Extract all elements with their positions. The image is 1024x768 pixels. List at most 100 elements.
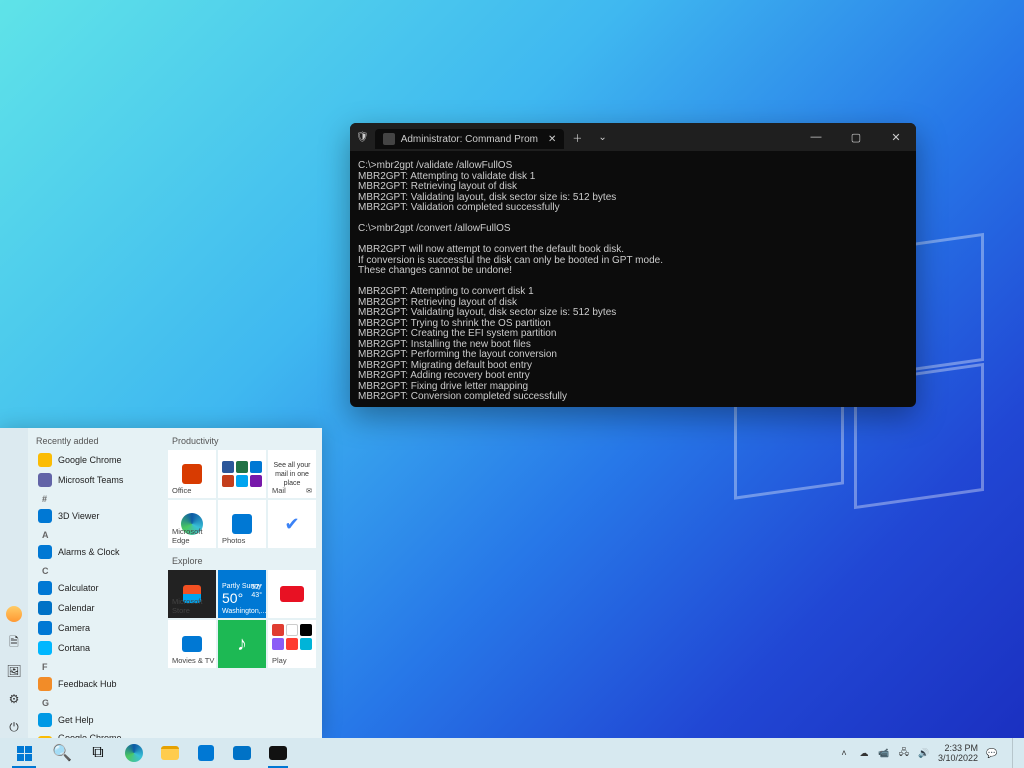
app-icon xyxy=(38,545,52,559)
terminal-tab-title: Administrator: Command Prom xyxy=(401,134,538,145)
app-list-item[interactable]: Google Chrome xyxy=(28,450,162,470)
spotify-icon: ♪ xyxy=(237,633,247,656)
system-tray: ˄ ☁ 📹 🖧 🔊 2:33 PM 3/10/2022 💬 xyxy=(838,738,1020,768)
app-label: Get Help xyxy=(58,715,94,725)
terminal-body[interactable]: C:\>mbr2gpt /validate /allowFullOSMBR2GP… xyxy=(350,151,916,407)
tab-dropdown-button[interactable]: ⌄ xyxy=(590,128,614,147)
tile-weather[interactable]: Partly Sunny 50° Washington,... 52° 43° xyxy=(218,570,266,618)
app-list-letter[interactable]: C xyxy=(28,562,162,578)
clock-time: 2:33 PM xyxy=(938,743,978,753)
edge-icon xyxy=(181,513,203,535)
movies-icon xyxy=(182,636,202,652)
app-list-letter[interactable]: G xyxy=(28,694,162,710)
shield-icon: 🛡 xyxy=(356,132,369,143)
app-list-item[interactable]: Get Help xyxy=(28,710,162,730)
photos-icon xyxy=(232,514,252,534)
taskbar-taskview-button[interactable]: ⧉ xyxy=(80,738,116,768)
tile-spotify[interactable]: ♪ xyxy=(218,620,266,668)
app-icon xyxy=(38,509,52,523)
terminal-line: MBR2GPT: Adding recovery boot entry xyxy=(358,371,908,382)
start-rail: 🗎 🖼 ⚙ ⏻ xyxy=(0,428,28,738)
app-icon xyxy=(38,621,52,635)
network-icon[interactable]: 🖧 xyxy=(898,747,910,759)
minimize-button[interactable]: — xyxy=(796,131,836,143)
taskbar-edge[interactable] xyxy=(116,738,152,768)
app-list-item[interactable]: Camera xyxy=(28,618,162,638)
app-list-item[interactable]: 3D Viewer xyxy=(28,506,162,526)
terminal-line: MBR2GPT: Attempting to convert disk 1 xyxy=(358,287,908,298)
tile-play[interactable] xyxy=(268,620,316,668)
start-tiles: Productivity See all your mail in one pl… xyxy=(162,428,322,738)
onedrive-icon[interactable]: ☁ xyxy=(858,747,870,759)
terminal-window: 🛡 Administrator: Command Prom ✕ ＋ ⌄ — ▢ … xyxy=(350,123,916,407)
settings-icon[interactable]: ⚙ xyxy=(7,692,21,706)
tile-movies[interactable] xyxy=(168,620,216,668)
recently-added-header: Recently added xyxy=(28,432,162,450)
start-app-list[interactable]: Recently added Google Chrome Microsoft Te… xyxy=(28,428,162,738)
app-icon xyxy=(38,453,52,467)
start-button[interactable] xyxy=(4,738,44,768)
taskbar-mail[interactable] xyxy=(224,738,260,768)
app-label: 3D Viewer xyxy=(58,511,99,521)
tile-photos[interactable] xyxy=(218,500,266,548)
app-list-letter[interactable]: A xyxy=(28,526,162,542)
terminal-titlebar[interactable]: 🛡 Administrator: Command Prom ✕ ＋ ⌄ — ▢ … xyxy=(350,123,916,151)
app-list-item[interactable]: Google ChromeNew xyxy=(28,730,162,738)
pictures-icon[interactable]: 🖼 xyxy=(7,664,21,678)
app-label: Alarms & Clock xyxy=(58,547,120,557)
weather-city: Washington,... xyxy=(222,608,266,615)
new-tab-button[interactable]: ＋ xyxy=(564,126,590,149)
taskbar-explorer[interactable] xyxy=(152,738,188,768)
app-label: Calculator xyxy=(58,583,99,593)
tile-news[interactable] xyxy=(268,570,316,618)
terminal-line: MBR2GPT will now attempt to convert the … xyxy=(358,245,908,256)
app-list-item[interactable]: Feedback Hub xyxy=(28,674,162,694)
taskbar-search-button[interactable]: 🔍 xyxy=(44,738,80,768)
volume-icon[interactable]: 🔊 xyxy=(918,747,930,759)
documents-icon[interactable]: 🗎 xyxy=(7,636,21,650)
terminal-line: MBR2GPT: Validation completed successful… xyxy=(358,203,908,214)
action-center-icon[interactable]: 💬 xyxy=(986,747,998,759)
user-avatar-icon[interactable] xyxy=(6,606,22,622)
tile-todo[interactable]: ✔ xyxy=(268,500,316,548)
taskbar-store[interactable] xyxy=(188,738,224,768)
desktop: 🛡 Administrator: Command Prom ✕ ＋ ⌄ — ▢ … xyxy=(0,0,1024,768)
taskbar-terminal[interactable] xyxy=(260,738,296,768)
app-icon xyxy=(38,473,52,487)
tab-close-icon[interactable]: ✕ xyxy=(548,134,556,145)
office-icon xyxy=(182,464,202,484)
terminal-line: MBR2GPT: Creating the EFI system partiti… xyxy=(358,329,908,340)
terminal-line: MBR2GPT: Conversion completed successful… xyxy=(358,392,908,403)
app-label: Microsoft Teams xyxy=(58,475,123,485)
tray-overflow-icon[interactable]: ˄ xyxy=(838,747,850,759)
mail-icon: ✉ xyxy=(306,487,312,495)
taskview-icon: ⧉ xyxy=(92,744,103,762)
tile-edge[interactable] xyxy=(168,500,216,548)
maximize-button[interactable]: ▢ xyxy=(836,131,876,144)
mail-icon xyxy=(233,746,251,760)
power-icon[interactable]: ⏻ xyxy=(7,720,21,734)
app-icon xyxy=(38,601,52,615)
terminal-line: MBR2GPT: Validating layout, disk sector … xyxy=(358,308,908,319)
tile-office-apps[interactable] xyxy=(218,450,266,498)
tile-office[interactable] xyxy=(168,450,216,498)
meetnow-icon[interactable]: 📹 xyxy=(878,747,890,759)
app-list-item[interactable]: Calculator xyxy=(28,578,162,598)
app-list-item[interactable]: Microsoft Teams xyxy=(28,470,162,490)
show-desktop-button[interactable] xyxy=(1012,738,1018,768)
tile-store[interactable] xyxy=(168,570,216,618)
app-list-item[interactable]: Calendar xyxy=(28,598,162,618)
mail-promo-text: See all your mail in one place xyxy=(272,461,312,488)
app-list-letter[interactable]: F xyxy=(28,658,162,674)
app-list-item[interactable]: Cortana xyxy=(28,638,162,658)
close-button[interactable]: ✕ xyxy=(876,131,916,144)
taskbar-clock[interactable]: 2:33 PM 3/10/2022 xyxy=(938,743,978,763)
terminal-tab[interactable]: Administrator: Command Prom ✕ xyxy=(375,129,565,149)
app-label: Google Chrome xyxy=(58,455,122,465)
app-icon xyxy=(38,677,52,691)
tile-mail[interactable]: See all your mail in one place ✉ xyxy=(268,450,316,498)
app-label: Camera xyxy=(58,623,90,633)
app-list-letter[interactable]: # xyxy=(28,490,162,506)
store-icon xyxy=(183,585,201,603)
app-list-item[interactable]: Alarms & Clock xyxy=(28,542,162,562)
